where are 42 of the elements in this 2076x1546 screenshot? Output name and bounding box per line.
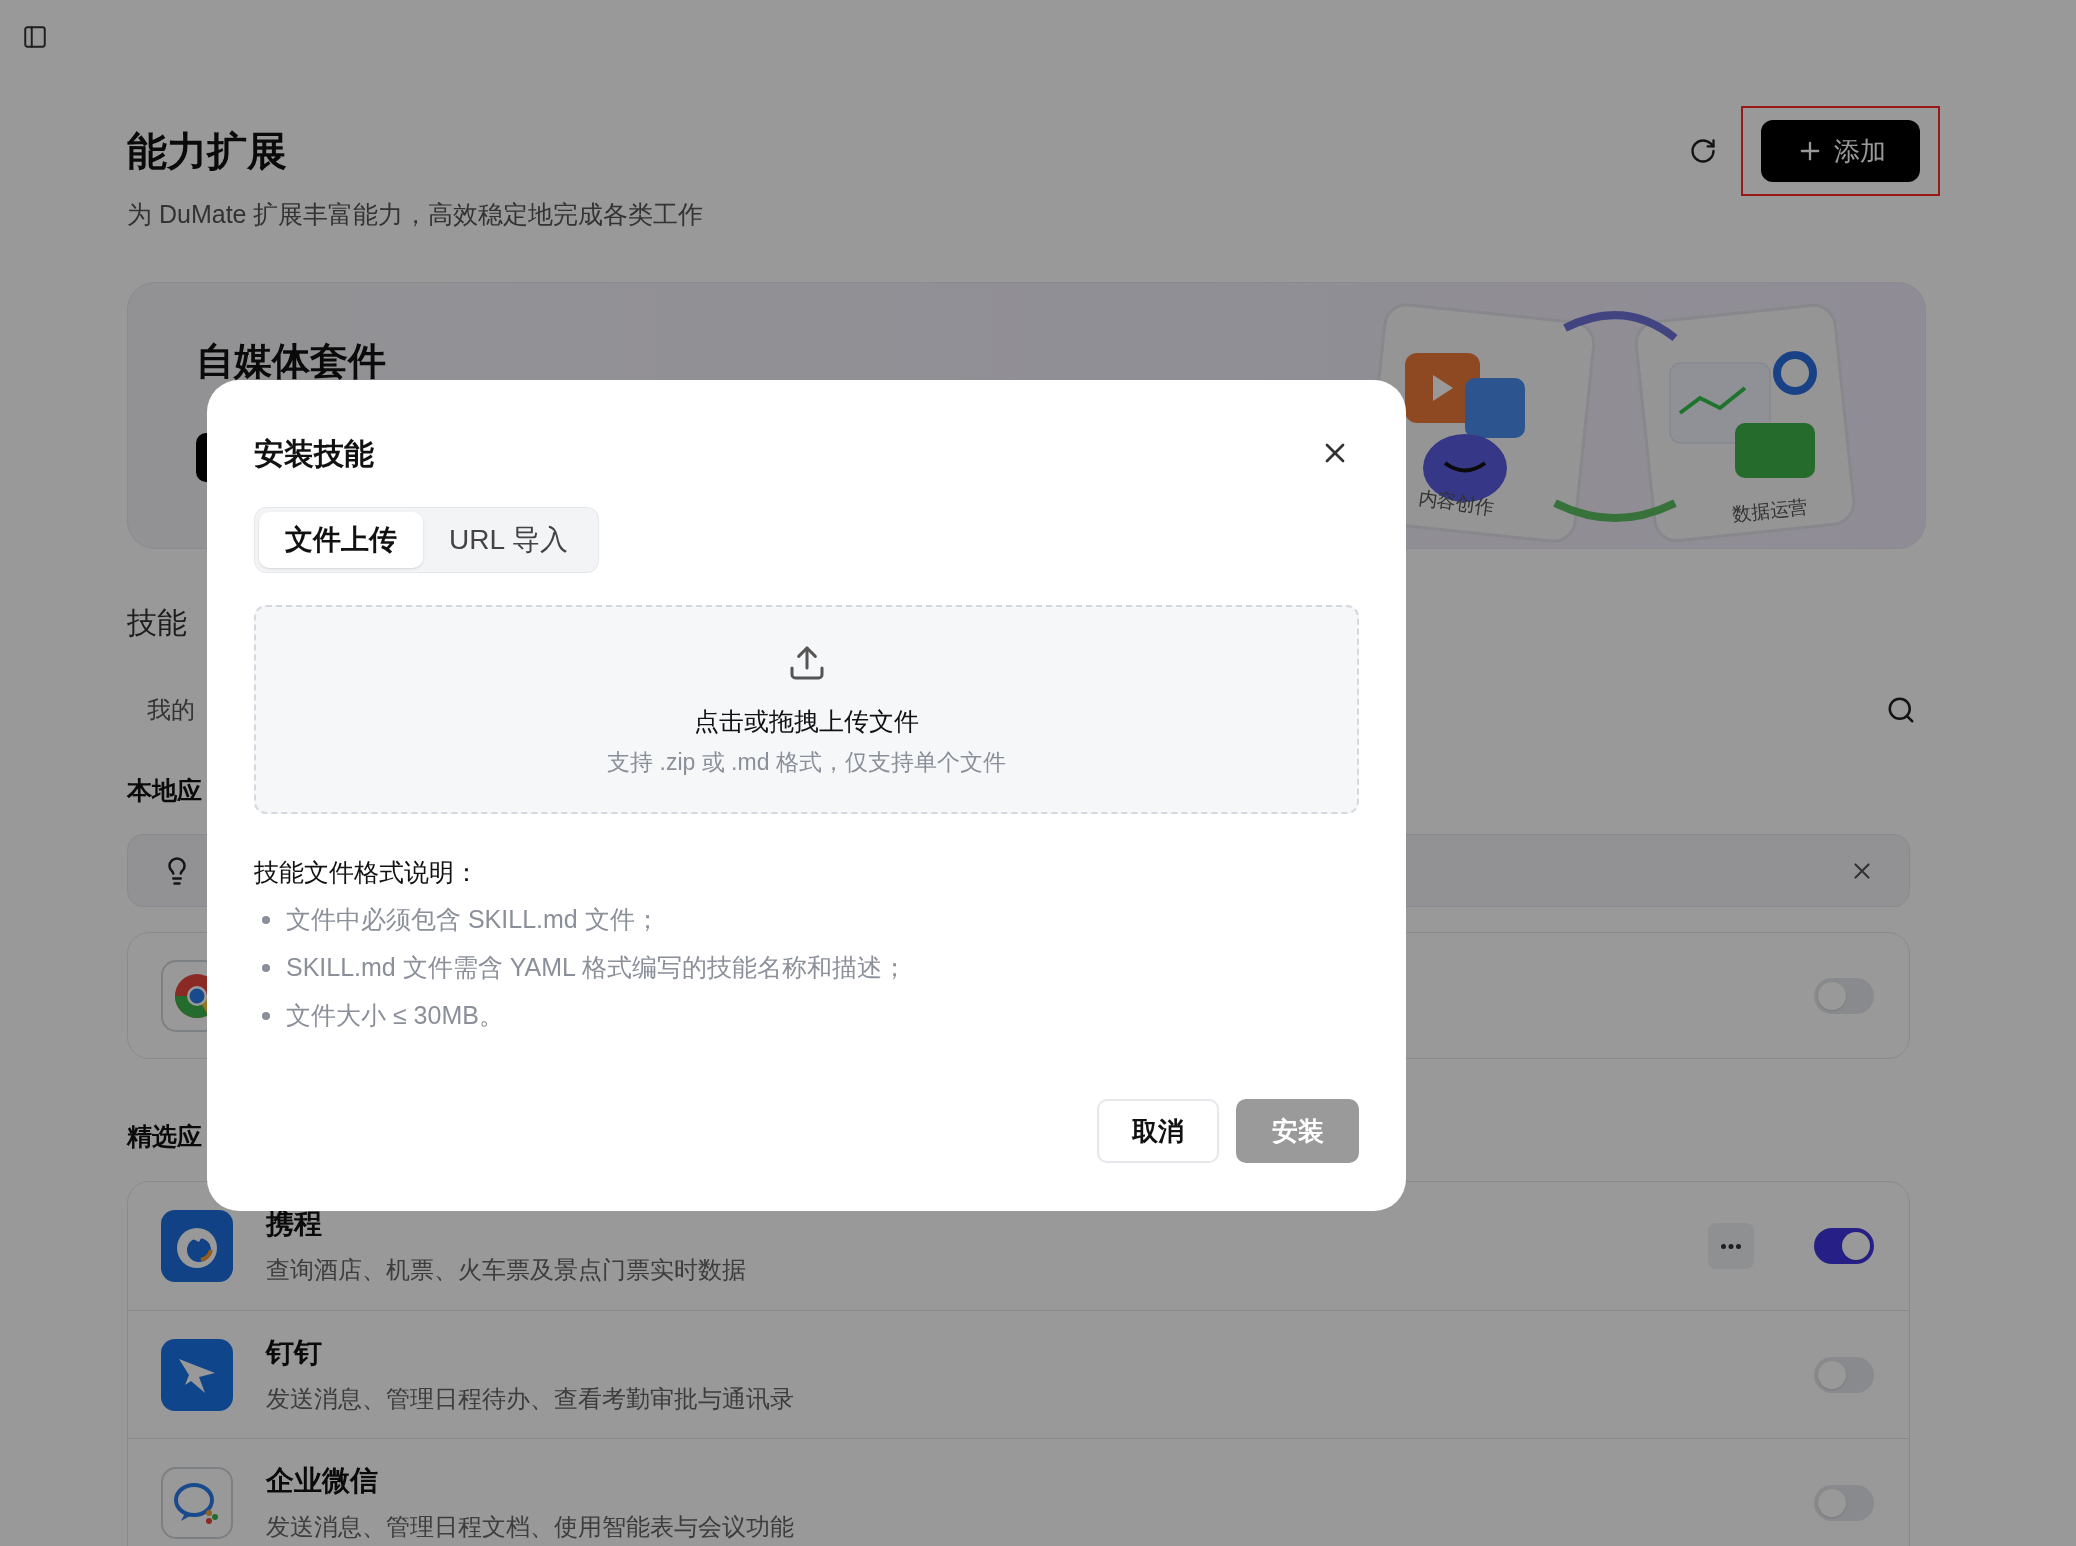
format-rule: SKILL.md 文件需含 YAML 格式编写的技能名称和描述； <box>286 952 907 984</box>
app-name: 企业微信 <box>266 1463 378 1498</box>
illustration-label: 内容创作 <box>1416 485 1496 521</box>
page-subtitle: 为 DuMate 扩展丰富能力，高效稳定地完成各类工作 <box>127 199 704 229</box>
banner-title: 自媒体套件 <box>196 339 387 383</box>
format-title: 技能文件格式说明： <box>254 857 480 888</box>
chat-app-icon <box>161 1466 233 1539</box>
toggle-switch[interactable] <box>1814 977 1874 1014</box>
app-name: 携程 <box>266 1207 322 1241</box>
app-row[interactable]: 钉钉 发送消息、管理日程待办、查看考勤审批与通讯录 <box>128 1310 1909 1438</box>
toggle-switch[interactable] <box>1814 1228 1874 1264</box>
illustration-label: 数据运营 <box>1730 495 1810 527</box>
more-button[interactable] <box>1708 1223 1754 1269</box>
format-rule: 文件中必须包含 SKILL.md 文件； <box>286 904 660 936</box>
format-rule: 文件大小 ≤ 30MB。 <box>286 1000 504 1032</box>
app-row[interactable]: 企业微信 发送消息、管理日程文档、使用智能表与会议功能 <box>128 1438 1909 1546</box>
sidebar-toggle-icon[interactable] <box>22 24 48 50</box>
dialog-tab[interactable]: 文件上传 <box>259 512 423 568</box>
skills-tab[interactable]: 我的 <box>147 694 195 726</box>
upload-dropzone[interactable]: 点击或拖拽上传文件 支持 .zip 或 .md 格式，仅支持单个文件 <box>254 605 1359 814</box>
more-icon <box>1721 1243 1741 1249</box>
dialog-tab[interactable]: URL 导入 <box>423 512 594 568</box>
app-description: 查询酒店、机票、火车票及景点门票实时数据 <box>266 1255 746 1285</box>
section-title: 精选应 <box>127 1121 202 1152</box>
dialog-title: 安装技能 <box>254 435 374 472</box>
add-button[interactable]: 添加 <box>1761 120 1920 182</box>
app-description: 发送消息、管理日程待办、查看考勤审批与通讯录 <box>266 1383 794 1414</box>
section-title: 技能 <box>127 605 187 641</box>
cancel-button[interactable]: 取消 <box>1097 1099 1219 1163</box>
bullet-icon <box>262 964 270 972</box>
app-name: 钉钉 <box>266 1335 322 1370</box>
upload-title: 点击或拖拽上传文件 <box>694 706 919 737</box>
refresh-icon[interactable] <box>1689 137 1717 165</box>
app-description: 发送消息、管理日程文档、使用智能表与会议功能 <box>266 1511 794 1542</box>
upload-hint: 支持 .zip 或 .md 格式，仅支持单个文件 <box>607 748 1006 777</box>
page-title: 能力扩展 <box>127 128 287 175</box>
toggle-switch[interactable] <box>1814 1484 1874 1521</box>
bullet-icon <box>262 916 270 924</box>
section-title: 本地应 <box>127 775 202 806</box>
bullet-icon <box>262 1012 270 1020</box>
search-icon[interactable] <box>1886 695 1916 725</box>
toggle-switch[interactable] <box>1814 1356 1874 1393</box>
